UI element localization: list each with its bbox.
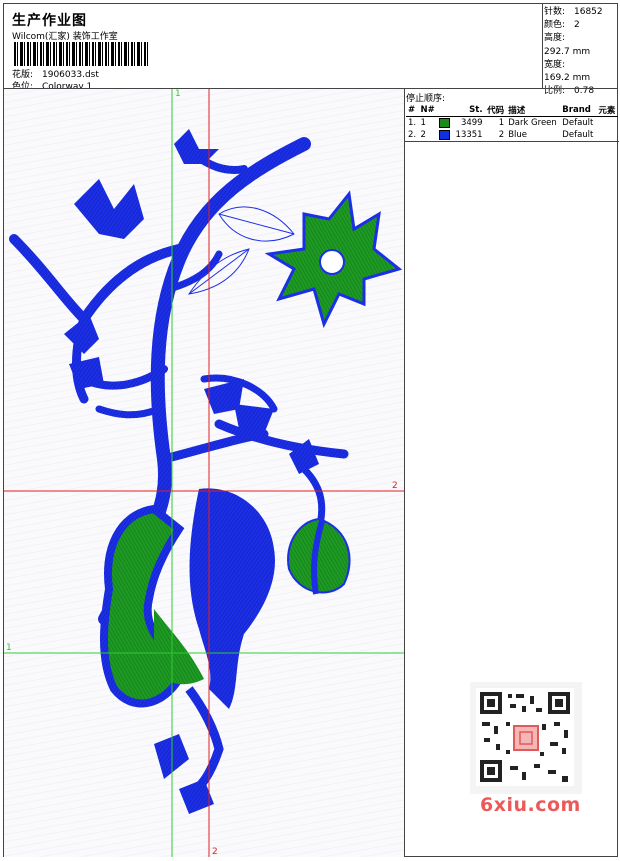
stops-bottom-rule bbox=[405, 141, 619, 142]
barcode bbox=[14, 42, 150, 66]
qr-code-graphic bbox=[476, 688, 574, 786]
embroidery-preview bbox=[4, 89, 404, 857]
col-header: St. bbox=[452, 104, 485, 117]
stat-label: 宽度: bbox=[544, 59, 566, 70]
stat-value: 292.7 mm bbox=[544, 46, 591, 57]
table-row[interactable]: 1. 1 3499 1 Dark Green Default bbox=[406, 117, 618, 130]
color-swatch bbox=[439, 129, 451, 140]
stat-width: 宽度: 169.2 mm bbox=[544, 59, 619, 85]
table-header-row: # N# St. 代码 描述 Brand 元素 bbox=[406, 104, 618, 117]
qr-code bbox=[470, 682, 582, 794]
green-bud bbox=[287, 517, 351, 595]
canvas-right-border bbox=[404, 89, 405, 857]
production-worksheet: 生产作业图 Wilcom(汇家) 装饰工作室 花版: 1906033.dst 色位… bbox=[3, 3, 619, 857]
row-stitches: 3499 bbox=[460, 118, 483, 128]
stat-value: 169.2 mm bbox=[544, 73, 591, 84]
green-flower bbox=[264, 190, 403, 329]
stat-value: 2 bbox=[574, 20, 580, 31]
studio-name: Wilcom(汇家) 装饰工作室 bbox=[12, 32, 118, 42]
stop-sequence-table: # N# St. 代码 描述 Brand 元素 1. 1 3499 1 Dark… bbox=[406, 104, 618, 141]
row-num: 1. bbox=[408, 118, 417, 128]
row-n: 1 bbox=[420, 118, 426, 128]
col-header: 元素 bbox=[596, 104, 618, 117]
stop-sequence-title: 停止顺序: bbox=[406, 94, 446, 104]
page-title: 生产作业图 bbox=[12, 13, 87, 29]
design-canvas[interactable]: 1 1 2 2 bbox=[4, 89, 404, 857]
row-code: 2 bbox=[498, 130, 505, 140]
col-header: # bbox=[406, 104, 419, 117]
header-info: 生产作业图 Wilcom(汇家) 装饰工作室 花版: 1906033.dst 色位… bbox=[8, 8, 542, 92]
row-num: 2. bbox=[408, 130, 417, 140]
stat-label: 针数: bbox=[544, 7, 566, 17]
row-desc: Dark Green bbox=[508, 118, 557, 128]
watermark-text: 6xiu.com bbox=[480, 794, 581, 816]
stat-value: 16852 bbox=[574, 7, 603, 17]
col-header: N# bbox=[418, 104, 438, 117]
col-header: Brand bbox=[560, 104, 597, 117]
row-stitches: 13351 bbox=[455, 130, 483, 140]
row-brand: Default bbox=[562, 118, 594, 128]
stat-stitches: 针数: 16852 bbox=[544, 6, 619, 19]
table-row[interactable]: 2. 2 13351 2 Blue Default bbox=[406, 129, 618, 141]
color-swatch bbox=[439, 117, 451, 128]
guide-label-green-vertical: 1 bbox=[175, 89, 181, 99]
stat-colors: 颜色: 2 bbox=[544, 19, 619, 32]
lower-bell-flower bbox=[100, 488, 275, 803]
row-code: 1 bbox=[498, 118, 505, 128]
row-brand: Default bbox=[562, 130, 594, 140]
row-element bbox=[596, 117, 618, 130]
row-desc: Blue bbox=[508, 130, 527, 140]
col-header: 代码 bbox=[484, 104, 507, 117]
guide-label-red-vertical: 2 bbox=[212, 847, 218, 857]
header-divider bbox=[542, 4, 543, 88]
stat-height: 高度: 292.7 mm bbox=[544, 32, 619, 58]
guide-label-red-horizontal: 2 bbox=[392, 481, 398, 491]
row-n: 2 bbox=[420, 130, 426, 140]
guide-label-green-horizontal: 1 bbox=[6, 643, 12, 653]
stat-label: 颜色: bbox=[544, 20, 566, 31]
row-element bbox=[596, 129, 618, 141]
stat-label: 高度: bbox=[544, 33, 566, 44]
col-header: 描述 bbox=[506, 104, 561, 117]
design-stats: 针数: 16852 颜色: 2 高度:292.7 mm 宽度:169.2 mm 比例… bbox=[544, 6, 619, 98]
